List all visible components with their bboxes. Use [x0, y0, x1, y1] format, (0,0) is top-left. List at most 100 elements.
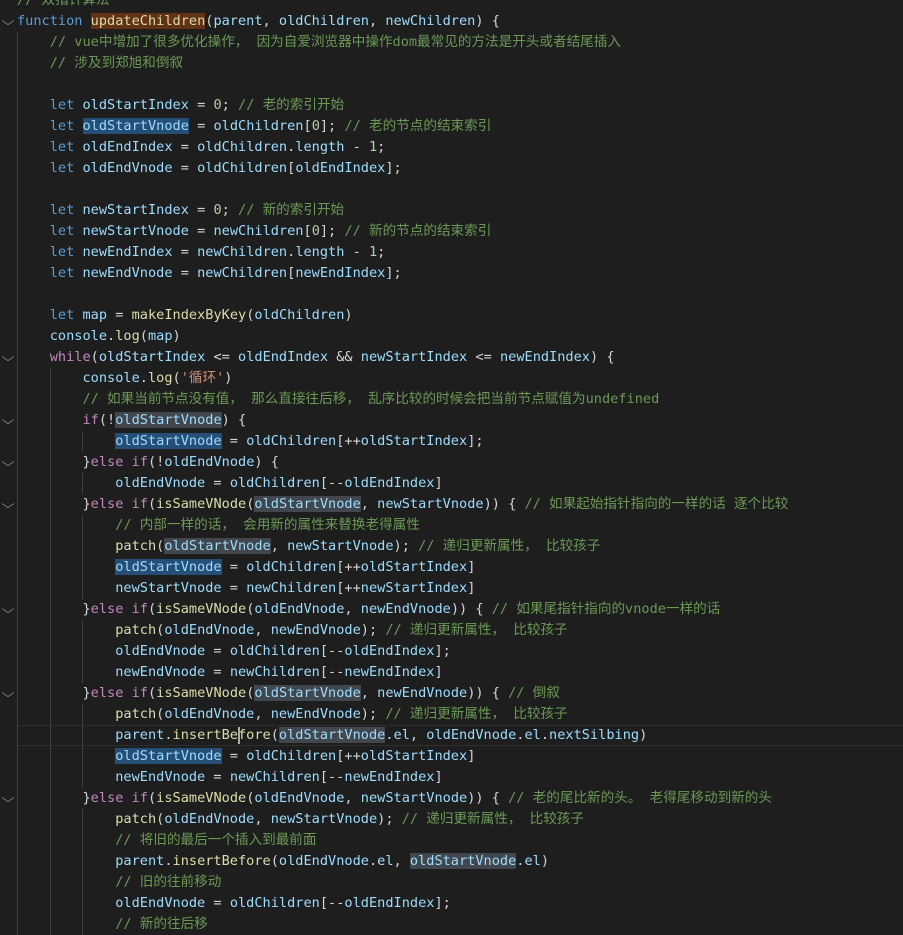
code-token: ]; [467, 433, 484, 449]
code-token: oldStartIndex [82, 97, 189, 113]
code-line[interactable]: patch(oldEndVnode, newEndVnode); // 递归更新… [0, 704, 903, 725]
code-token: isSameVNode [156, 601, 247, 617]
code-line[interactable]: patch(oldEndVnode, newEndVnode); // 递归更新… [0, 620, 903, 641]
code-token: oldStartIndex [360, 433, 468, 449]
code-line[interactable]: oldStartVnode = oldChildren[++oldStartIn… [0, 557, 903, 578]
code-line[interactable]: newEndVnode = newChildren[--newEndIndex] [0, 662, 903, 683]
code-token: let [49, 265, 75, 281]
code-token: ] [467, 559, 476, 575]
code-token: = [221, 748, 247, 764]
code-token: newEndVnode [270, 622, 361, 638]
code-line[interactable]: ⌵ }else if(isSameVNode(oldStartVnode, ne… [0, 683, 903, 704]
code-line[interactable]: let map = makeIndexByKey(oldChildren) [0, 305, 903, 326]
code-token: . [164, 853, 173, 869]
code-text: let oldStartIndex = 0; // 老的索引开始 [17, 95, 344, 116]
code-line[interactable]: ⌵ }else if(isSameVNode(oldEndVnode, newE… [0, 599, 903, 620]
code-text: console.log(map) [17, 326, 181, 347]
code-line[interactable]: ⌵ }else if(isSameVNode(oldEndVnode, newS… [0, 788, 903, 809]
code-token: , [360, 496, 378, 512]
code-token: oldEndVnode [115, 643, 206, 659]
code-editor[interactable]: // 双指针算法 ⌵ function updateChildren(parent,… [0, 0, 903, 935]
code-line[interactable]: let newStartIndex = 0; // 新的索引开始 [0, 200, 903, 221]
code-line[interactable] [0, 74, 903, 95]
code-token: ]; [319, 118, 345, 134]
code-line[interactable]: ⌵ while(oldStartIndex <= oldEndIndex && … [0, 347, 903, 368]
code-line[interactable] [0, 179, 903, 200]
code-token: ) [172, 328, 181, 344]
code-line[interactable]: // 如果当前节点没有值， 那么直接往后移， 乱序比较的时候会把当前节点赋值为u… [0, 389, 903, 410]
code-line[interactable] [0, 284, 903, 305]
code-token: oldChildren [278, 13, 369, 29]
code-token: - [344, 139, 369, 155]
code-token: [++ [336, 559, 361, 575]
code-line[interactable]: // 内部一样的话， 会用新的属性来替换老得属性 [0, 515, 903, 536]
code-line[interactable]: console.log('循环') [0, 368, 903, 389]
code-token: function [17, 13, 83, 29]
code-token: newStartVnode [360, 790, 468, 806]
code-text: patch(oldStartVnode, newStartVnode); // … [17, 536, 600, 557]
code-line[interactable]: let oldStartVnode = oldChildren[0]; // 老… [0, 116, 903, 137]
code-line[interactable]: newEndVnode = newChildren[--newEndIndex] [0, 767, 903, 788]
code-line[interactable]: patch(oldEndVnode, newStartVnode); // 递归… [0, 809, 903, 830]
code-token: let [49, 118, 75, 134]
code-line[interactable]: parent.insertBefore(oldEndVnode.el, oldS… [0, 851, 903, 872]
code-line[interactable]: let oldStartIndex = 0; // 老的索引开始 [0, 95, 903, 116]
code-line[interactable]: // 旧的往前移动 [0, 872, 903, 893]
code-token: [++ [336, 433, 361, 449]
code-line[interactable]: oldStartVnode = oldChildren[++oldStartIn… [0, 746, 903, 767]
code-token: , [360, 685, 378, 701]
code-line[interactable]: // 双指针算法 [0, 0, 903, 11]
code-token: = [188, 118, 214, 134]
code-text: // 内部一样的话， 会用新的属性来替换老得属性 [17, 515, 420, 536]
code-text: }else if(isSameVNode(oldStartVnode, newE… [17, 683, 560, 704]
code-line[interactable]: parent.insertBefore(oldStartVnode.el, ol… [0, 725, 903, 746]
code-token: oldEndIndex [344, 643, 435, 659]
code-token: // 如果起始指针指向的一样的话 逐个比较 [524, 496, 789, 512]
code-line[interactable]: // vue中增加了很多优化操作， 因为自爱浏览器中操作dom最常见的方法是开头… [0, 32, 903, 53]
code-token: newEndIndex [82, 244, 173, 260]
code-token: } [82, 790, 91, 806]
code-line[interactable]: let newEndVnode = newChildren[newEndInde… [0, 263, 903, 284]
code-line[interactable]: ⌵ }else if(isSameVNode(oldStartVnode, ne… [0, 494, 903, 515]
code-line[interactable]: ⌵ if(!oldStartVnode) { [0, 410, 903, 431]
code-text: newEndVnode = newChildren[--newEndIndex] [17, 662, 442, 683]
code-line[interactable]: // 涉及到郑旭和倒叙 [0, 53, 903, 74]
code-line[interactable]: // 新的往后移 [0, 914, 903, 935]
code-line[interactable]: let newStartVnode = newChildren[0]; // 新… [0, 221, 903, 242]
code-token: oldEndVnode [278, 853, 369, 869]
code-line[interactable]: oldEndVnode = oldChildren[--oldEndIndex]… [0, 893, 903, 914]
code-text: parent.insertBefore(oldStartVnode.el, ol… [17, 725, 647, 746]
code-line[interactable]: oldStartVnode = oldChildren[++oldStartIn… [0, 431, 903, 452]
code-token: . [139, 370, 148, 386]
code-line[interactable]: oldEndVnode = oldChildren[--oldEndIndex] [0, 473, 903, 494]
code-token: ] [467, 580, 476, 596]
code-line[interactable]: let oldEndIndex = oldChildren.length - 1… [0, 137, 903, 158]
code-line[interactable]: let oldEndVnode = oldChildren[oldEndInde… [0, 158, 903, 179]
code-token: // 老的尾比新的头。 老得尾移动到新的头 [508, 790, 772, 806]
code-token: <= [205, 349, 239, 365]
code-line[interactable]: ⌵ function updateChildren(parent, oldChil… [0, 11, 903, 32]
code-text: }else if(isSameVNode(oldEndVnode, newEnd… [17, 599, 720, 620]
code-token: oldStartVnode [164, 538, 271, 554]
code-token: newStartIndex [360, 580, 468, 596]
code-line[interactable]: patch(oldStartVnode, newStartVnode); // … [0, 536, 903, 557]
code-line[interactable]: ⌵ }else if(!oldEndVnode) { [0, 452, 903, 473]
code-line[interactable]: let newEndIndex = newChildren.length - 1… [0, 242, 903, 263]
code-line[interactable]: oldEndVnode = oldChildren[--oldEndIndex]… [0, 641, 903, 662]
code-token: ); [377, 811, 402, 827]
code-line[interactable]: // 将旧的最后一个插入到最前面 [0, 830, 903, 851]
code-line[interactable]: newStartVnode = newChildren[++newStartIn… [0, 578, 903, 599]
code-line[interactable]: console.log(map) [0, 326, 903, 347]
